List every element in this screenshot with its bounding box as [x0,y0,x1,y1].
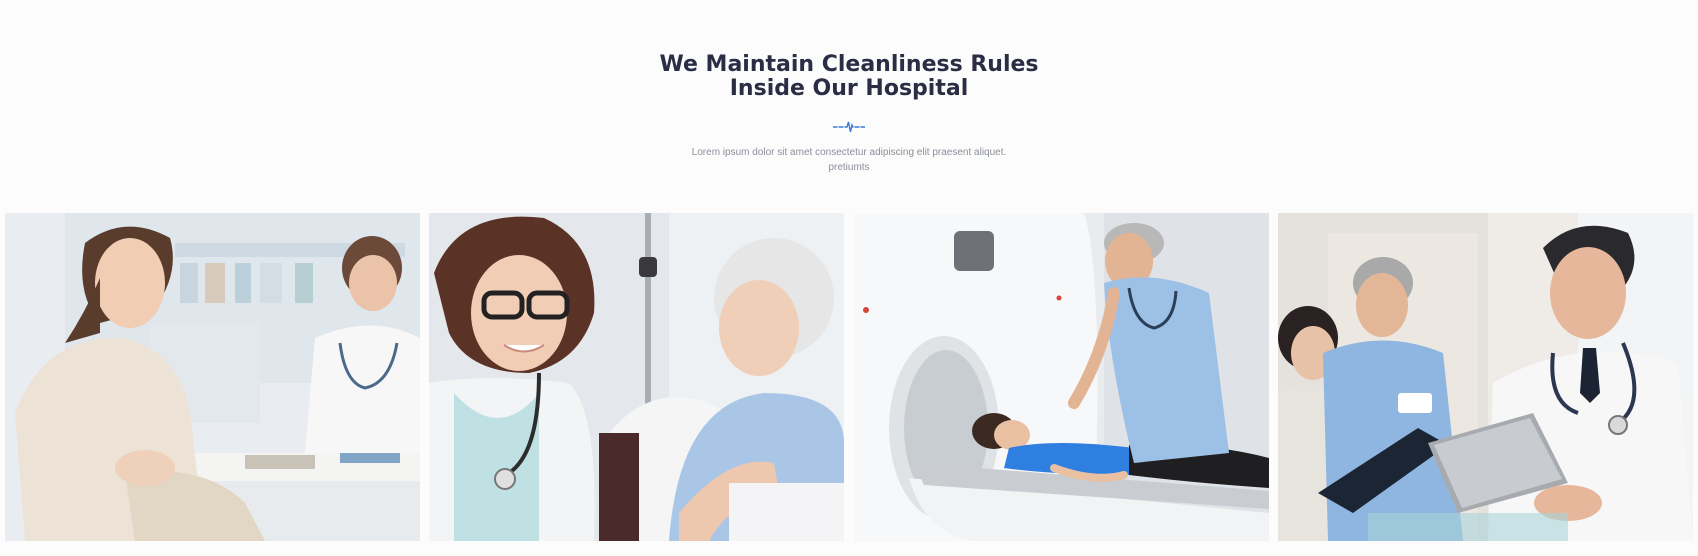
photo-gallery [5,213,1693,541]
gallery-image-2[interactable] [429,213,844,541]
section-title: We Maintain Cleanliness Rules Inside Our… [0,53,1698,101]
section-title-line-2: Inside Our Hospital [729,76,969,101]
heartbeat-divider-icon [833,121,865,133]
ct-scan-patient-photo [854,213,1269,541]
section-description: Lorem ipsum dolor sit amet consectetur a… [691,147,1007,173]
medical-team-with-tablet-photo [1278,213,1693,541]
gallery-image-1[interactable] [5,213,420,541]
doctor-consultation-photo [5,213,420,541]
gallery-image-3[interactable] [854,213,1269,541]
section-title-line-1: We Maintain Cleanliness Rules [659,52,1039,77]
doctor-with-elderly-patient-photo [429,213,844,541]
gallery-image-4[interactable] [1278,213,1693,541]
